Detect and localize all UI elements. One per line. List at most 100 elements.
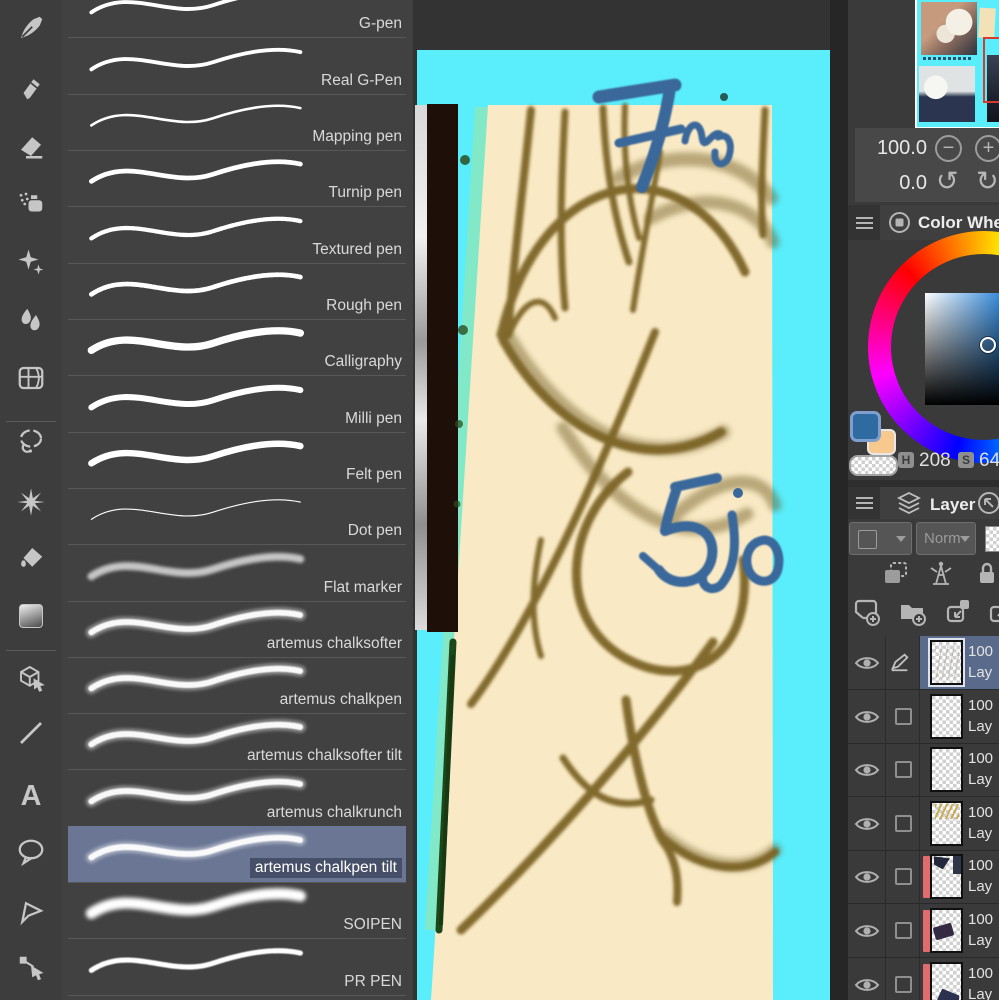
lock-icon[interactable] bbox=[972, 558, 999, 593]
add-folder-icon[interactable] bbox=[897, 596, 927, 631]
layer-checkbox[interactable] bbox=[889, 919, 923, 943]
pattern-swatch[interactable] bbox=[985, 526, 999, 552]
layer-thumbnail[interactable] bbox=[930, 961, 963, 1000]
layer-checkbox[interactable] bbox=[889, 758, 923, 782]
layer-row[interactable]: 100 Lay bbox=[848, 796, 999, 851]
brush-item-artemus-chalkpen-tilt[interactable]: artemus chalkpen tilt bbox=[68, 826, 406, 884]
drawing-canvas[interactable] bbox=[413, 0, 848, 1000]
saturation-value: 64 bbox=[979, 450, 999, 471]
layer-thumbnail[interactable] bbox=[930, 693, 963, 739]
canvas-area[interactable] bbox=[413, 0, 848, 1000]
layer-draw-indicator[interactable] bbox=[889, 651, 923, 675]
foreground-color-swatch[interactable] bbox=[850, 411, 881, 442]
layer-thumbnail[interactable] bbox=[930, 640, 963, 685]
color-wheel-tab-icon[interactable] bbox=[888, 211, 911, 234]
brush-item-calligraphy[interactable]: Calligraphy bbox=[68, 319, 406, 377]
brush-item-artemus-chalkrunch[interactable]: artemus chalkrunch bbox=[68, 770, 406, 827]
mesh-transform-tool-button[interactable] bbox=[14, 361, 48, 395]
blend-mode-dropdown[interactable]: Norm bbox=[916, 522, 976, 555]
layer-checkbox[interactable] bbox=[889, 973, 923, 997]
control-point-tool-button[interactable] bbox=[14, 951, 48, 985]
layer-visibility-toggle[interactable] bbox=[854, 761, 880, 784]
brush-item-rough-pen[interactable]: Rough pen bbox=[68, 263, 406, 320]
layer-visibility-toggle[interactable] bbox=[854, 708, 880, 731]
photo-sliver bbox=[415, 105, 427, 630]
brush-item-pr-pen[interactable]: PR PEN bbox=[68, 939, 406, 996]
line-tool-button[interactable] bbox=[14, 716, 48, 750]
layer-row[interactable]: 100 Lay bbox=[848, 636, 999, 690]
layer-panel-header: Layer bbox=[848, 487, 999, 519]
decoration-tool-button[interactable] bbox=[14, 245, 48, 279]
transparent-color-button[interactable] bbox=[849, 455, 898, 476]
svg-text:A: A bbox=[21, 780, 42, 810]
transfer-layer-icon[interactable] bbox=[986, 596, 999, 631]
viewport-rect[interactable] bbox=[983, 37, 999, 103]
brush-item-artemus-chalkpen[interactable]: artemus chalkpen bbox=[68, 657, 406, 715]
layer-visibility-toggle[interactable] bbox=[854, 976, 880, 999]
layer-checkbox[interactable] bbox=[889, 812, 923, 836]
brush-item-real-g-pen[interactable]: Real G-Pen bbox=[68, 38, 406, 95]
brush-item-soipen[interactable]: SOIPEN bbox=[68, 882, 406, 940]
pen-tool-button[interactable] bbox=[14, 11, 48, 45]
layer-visibility-toggle[interactable] bbox=[854, 654, 880, 677]
brush-item-flat-marker[interactable]: Flat marker bbox=[68, 545, 406, 602]
pen-tool-icon bbox=[21, 16, 43, 38]
airbrush-tool-button[interactable] bbox=[14, 187, 48, 221]
zoom-out-button[interactable]: − bbox=[935, 135, 962, 162]
color-panel-menu-button[interactable] bbox=[848, 205, 880, 240]
fill-tool-button[interactable] bbox=[14, 541, 48, 575]
layer-panel-menu-button[interactable] bbox=[848, 487, 880, 519]
brush-item-artemus-chalksofter-tilt[interactable]: artemus chalksofter tilt bbox=[68, 713, 406, 771]
polygon-tool-button[interactable] bbox=[14, 895, 48, 929]
object-transform-tool-button[interactable] bbox=[14, 660, 48, 694]
rotate-cw-button[interactable]: ↻ bbox=[976, 168, 999, 195]
layer-visibility-toggle[interactable] bbox=[854, 815, 880, 838]
clipping-mask-icon[interactable] bbox=[880, 558, 910, 593]
marker-tool-button[interactable] bbox=[14, 71, 48, 105]
magic-wand-tool-button[interactable] bbox=[14, 485, 48, 519]
brush-item-milli-pen[interactable]: Milli pen bbox=[68, 376, 406, 433]
gradient-tool-button[interactable] bbox=[14, 599, 48, 633]
layer-thumbnail[interactable] bbox=[930, 800, 963, 846]
layer-color-dropdown[interactable] bbox=[849, 522, 912, 555]
layer-checkbox[interactable] bbox=[889, 705, 923, 729]
layer-row[interactable]: 100 Lay bbox=[848, 850, 999, 905]
lasso-tool-button[interactable] bbox=[14, 424, 48, 458]
brush-item-mapping-pen[interactable]: Mapping pen bbox=[68, 94, 406, 151]
brush-list-panel: G-pen Real G-Pen Mapping pen Turnip pen Text… bbox=[62, 0, 413, 1000]
eraser-tool-button[interactable] bbox=[14, 129, 48, 163]
color-picker-cursor[interactable] bbox=[980, 337, 996, 353]
brush-item-felt-pen[interactable]: Felt pen bbox=[68, 432, 406, 489]
add-layer-icon[interactable] bbox=[851, 596, 881, 631]
eraser-tool-icon bbox=[21, 137, 43, 159]
layer-visibility-toggle[interactable] bbox=[854, 868, 880, 891]
layer-row[interactable]: 100 Lay bbox=[848, 743, 999, 798]
speech-balloon-tool-button[interactable] bbox=[14, 835, 48, 869]
brush-item-g-pen[interactable]: G-pen bbox=[68, 0, 406, 39]
layer-checkbox[interactable] bbox=[889, 865, 923, 889]
zoom-in-button[interactable]: + bbox=[975, 135, 999, 162]
brush-item-turnip-pen[interactable]: Turnip pen bbox=[68, 150, 406, 208]
brush-item-artemus-chalksofter[interactable]: artemus chalksofter bbox=[68, 601, 406, 658]
layer-visibility-toggle[interactable] bbox=[854, 922, 880, 945]
brush-name: Mapping pen bbox=[312, 127, 402, 145]
layer-thumbnail[interactable] bbox=[930, 747, 963, 793]
brush-item[interactable] bbox=[68, 995, 406, 1000]
layer-panel-title: Layer bbox=[930, 495, 976, 514]
layer-thumbnail[interactable] bbox=[930, 854, 963, 900]
navigator-thumbnail[interactable] bbox=[915, 0, 999, 130]
layer-row[interactable]: 100 Lay bbox=[848, 904, 999, 958]
brush-stroke-preview bbox=[88, 384, 304, 410]
layer-thumbnail[interactable] bbox=[930, 908, 963, 953]
collapse-panel-icon[interactable] bbox=[976, 490, 999, 516]
brush-item-textured-pen[interactable]: Textured pen bbox=[68, 207, 406, 264]
text-tool-button[interactable]: A bbox=[14, 778, 48, 812]
rotate-ccw-button[interactable]: ↺ bbox=[936, 168, 959, 195]
brush-item-dot-pen[interactable]: Dot pen bbox=[68, 488, 406, 546]
alpha-lock-icon[interactable] bbox=[926, 558, 956, 593]
blend-tool-button[interactable] bbox=[14, 303, 48, 337]
layer-color-tag bbox=[923, 856, 930, 899]
layer-row[interactable]: 100 Lay bbox=[848, 957, 999, 1000]
merge-layer-icon[interactable] bbox=[943, 596, 973, 631]
layer-row[interactable]: 100 Lay bbox=[848, 689, 999, 744]
